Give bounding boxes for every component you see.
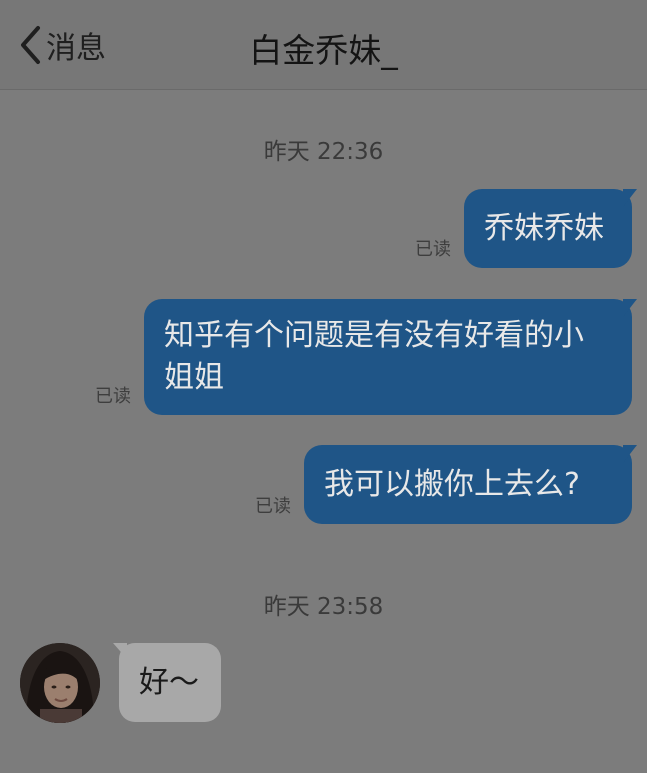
timestamp: 昨天 22:36 — [263, 139, 384, 165]
timestamp: 昨天 23:58 — [263, 594, 384, 620]
avatar-image — [20, 643, 100, 723]
read-status: 已读 — [255, 496, 291, 517]
avatar[interactable] — [20, 643, 100, 723]
message-bubble-outgoing[interactable]: 知乎有个问题是有没有好看的小 姐姐 — [144, 299, 637, 415]
bubble-tail — [623, 189, 637, 207]
bubble-tail — [623, 445, 637, 463]
read-status: 已读 — [95, 386, 131, 407]
message-text-line: 姐姐 — [164, 360, 224, 395]
message-text: 好～ — [139, 665, 199, 700]
read-status: 已读 — [415, 239, 451, 260]
message-bubble-outgoing[interactable]: 我可以搬你上去么? — [304, 445, 637, 524]
bubble-tail — [623, 299, 637, 317]
nav-bar: 消息 白金乔妹_ — [0, 0, 647, 90]
message-bubble-incoming[interactable]: 好～ — [113, 643, 221, 722]
chat-title: 白金乔妹_ — [249, 31, 398, 70]
message-text: 乔妹乔妹 — [484, 211, 604, 246]
bubble-tail — [113, 643, 127, 659]
message-bubble-outgoing[interactable]: 乔妹乔妹 — [464, 189, 637, 268]
message-text-line: 知乎有个问题是有没有好看的小 — [164, 318, 584, 353]
message-text: 我可以搬你上去么? — [324, 467, 580, 502]
